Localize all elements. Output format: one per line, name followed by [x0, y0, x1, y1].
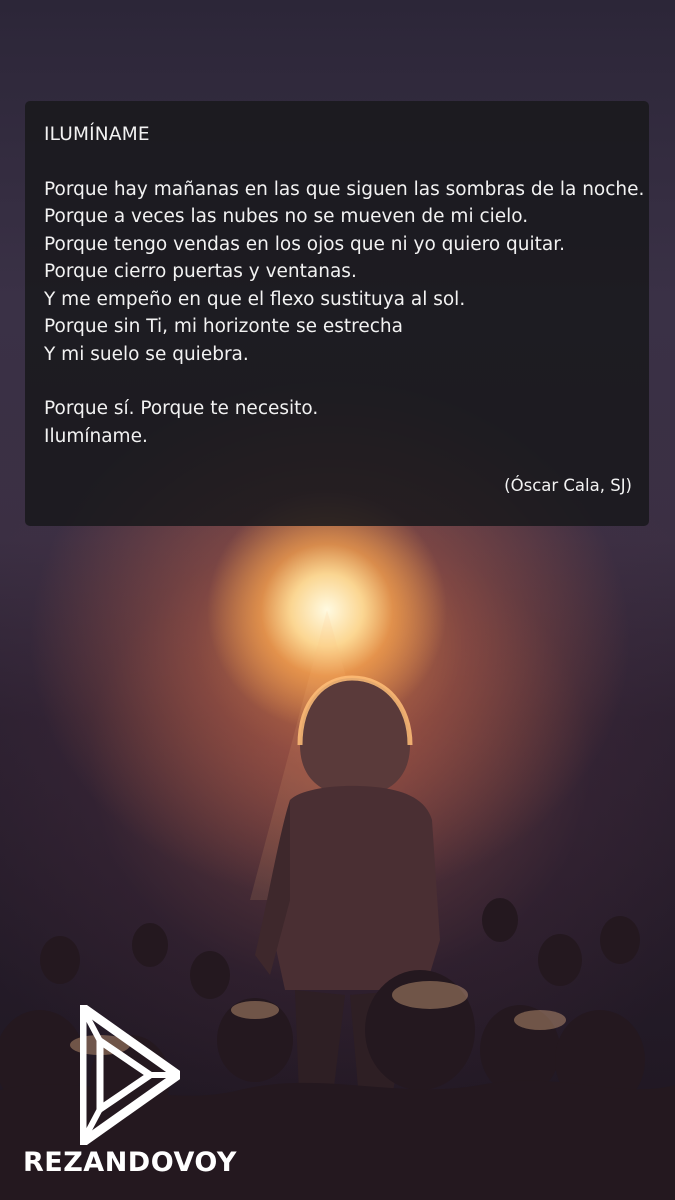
poem-line: Porque sin Ti, mi horizonte se estrecha: [44, 316, 403, 337]
poem-title: ILUMÍNAME: [44, 124, 150, 145]
poem-line: Y mi suelo se quiebra.: [44, 343, 249, 365]
poem-line: Porque cierro puertas y ventanas.: [44, 261, 357, 282]
poem-line: Porque a veces las nubes no se mueven de…: [44, 206, 529, 227]
poem-line: Ilumíname.: [44, 425, 148, 447]
poem-line: Porque hay mañanas en las que siguen las…: [44, 178, 645, 200]
play-triangle-logo-icon: [80, 1005, 180, 1145]
poem-line: Porque sí. Porque te necesito.: [44, 398, 319, 419]
poem-line: Y me empeño en que el flexo sustituya al…: [44, 288, 466, 310]
poem-stanza-2: Porque sí. Porque te necesito. Ilumíname…: [44, 395, 631, 450]
poem-stanza-1: Porque hay mañanas en las que siguen las…: [44, 176, 645, 369]
wallpaper-canvas: ILUMÍNAME Porque hay mañanas en las que …: [0, 0, 675, 1200]
brand-block: REZANDOVOY: [20, 1005, 240, 1185]
brand-name: REZANDOVOY: [23, 1147, 237, 1178]
poem-author: (Óscar Cala, SJ): [504, 475, 632, 495]
poem-card: ILUMÍNAME Porque hay mañanas en las que …: [25, 101, 649, 526]
poem-line: Porque tengo vendas en los ojos que ni y…: [44, 233, 566, 255]
